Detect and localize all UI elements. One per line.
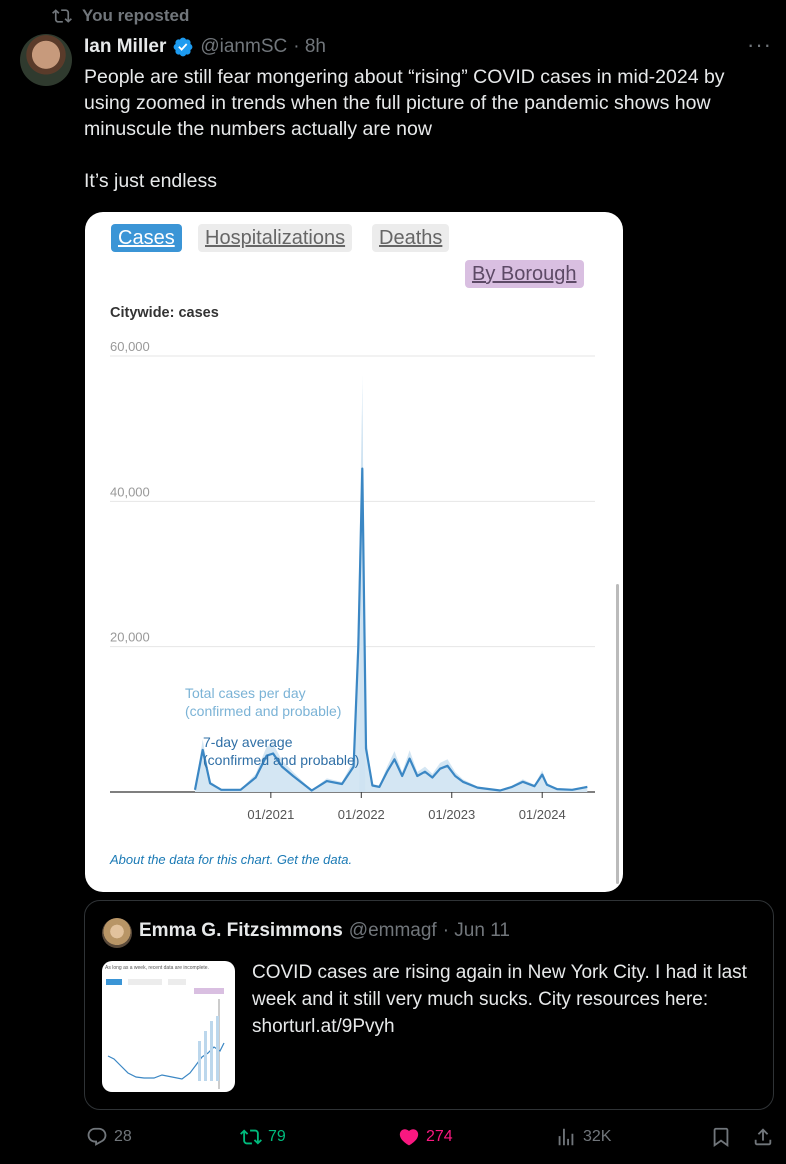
share-button[interactable] — [752, 1126, 774, 1148]
views-count: 32K — [583, 1128, 612, 1145]
cases-chart: 60,000 40,000 20,000 01/2021 01/2022 01/2023 0… — [110, 339, 619, 884]
reply-button[interactable]: 28 — [86, 1126, 132, 1148]
quote-author-name: Emma G. Fitzsimmons — [139, 920, 343, 941]
repost-action-icon — [240, 1129, 262, 1145]
quote-author-avatar — [102, 918, 132, 948]
x-tick-label: 01/2024 — [519, 807, 566, 822]
author-name[interactable]: Ian Miller — [84, 36, 166, 58]
repost-count: 79 — [268, 1128, 286, 1145]
annotation-seven-day-average: (confirmed and probable) — [203, 752, 359, 768]
like-button[interactable]: 274 — [398, 1126, 453, 1148]
repost-label: You reposted — [82, 6, 190, 25]
x-tick-label: 01/2022 — [338, 807, 385, 822]
x-tick-label: 01/2023 — [428, 807, 475, 822]
repost-icon — [52, 9, 72, 23]
annotation-seven-day-average: 7-day average — [203, 734, 293, 750]
quoted-tweet[interactable]: Emma G. Fitzsimmons @emmagf · Jun 11 As … — [84, 900, 774, 1110]
y-tick-label: 60,000 — [110, 339, 150, 354]
quote-header: Emma G. Fitzsimmons @emmagf · Jun 11 — [139, 920, 510, 942]
bookmark-button[interactable] — [710, 1126, 732, 1148]
y-tick-label: 40,000 — [110, 484, 150, 499]
annotation-total-cases: (confirmed and probable) — [185, 703, 341, 719]
chart-image[interactable]: Cases Hospitalizations Deaths By Borough… — [85, 212, 623, 892]
reply-count: 28 — [114, 1128, 132, 1145]
quote-thumbnail-chart: As long as a week, recent data are incom… — [105, 965, 225, 1089]
repost-button[interactable]: 79 — [240, 1126, 286, 1148]
author-avatar[interactable] — [20, 34, 72, 86]
verified-badge-icon — [173, 37, 193, 57]
y-tick-label: 20,000 — [110, 630, 150, 645]
bookmark-icon — [713, 1127, 729, 1148]
tweet-time[interactable]: · 8h — [293, 36, 326, 58]
quote-author-handle: @emmagf — [348, 920, 437, 941]
chart-footer: About the data for this chart. Get the d… — [110, 852, 353, 867]
scrollbar — [616, 584, 619, 884]
tweet-header: Ian Miller @ianmSC · 8h — [84, 36, 326, 58]
quote-time: · Jun 11 — [442, 920, 510, 941]
views-icon — [558, 1128, 574, 1146]
author-handle[interactable]: @ianmSC — [200, 36, 287, 58]
views-button[interactable]: 32K — [555, 1126, 611, 1148]
annotation-total-cases: Total cases per day — [185, 685, 306, 701]
share-icon — [754, 1128, 772, 1146]
quote-text: COVID cases are rising again in New York… — [252, 962, 747, 1037]
thumb-note: As long as a week, recent data are incom… — [105, 965, 209, 971]
heart-icon — [399, 1129, 419, 1146]
reply-icon — [87, 1127, 107, 1146]
quote-thumbnail: As long as a week, recent data are incom… — [102, 961, 235, 1092]
tweet-text: People are still fear mongering about “r… — [84, 66, 725, 192]
total-cases-area — [195, 387, 588, 792]
more-options-icon[interactable]: ··· — [747, 32, 772, 58]
like-count: 274 — [426, 1128, 453, 1145]
action-bar: 28 79 274 32K — [0, 1126, 786, 1156]
x-tick-label: 01/2021 — [247, 807, 294, 822]
repost-indicator: You reposted — [52, 6, 189, 26]
